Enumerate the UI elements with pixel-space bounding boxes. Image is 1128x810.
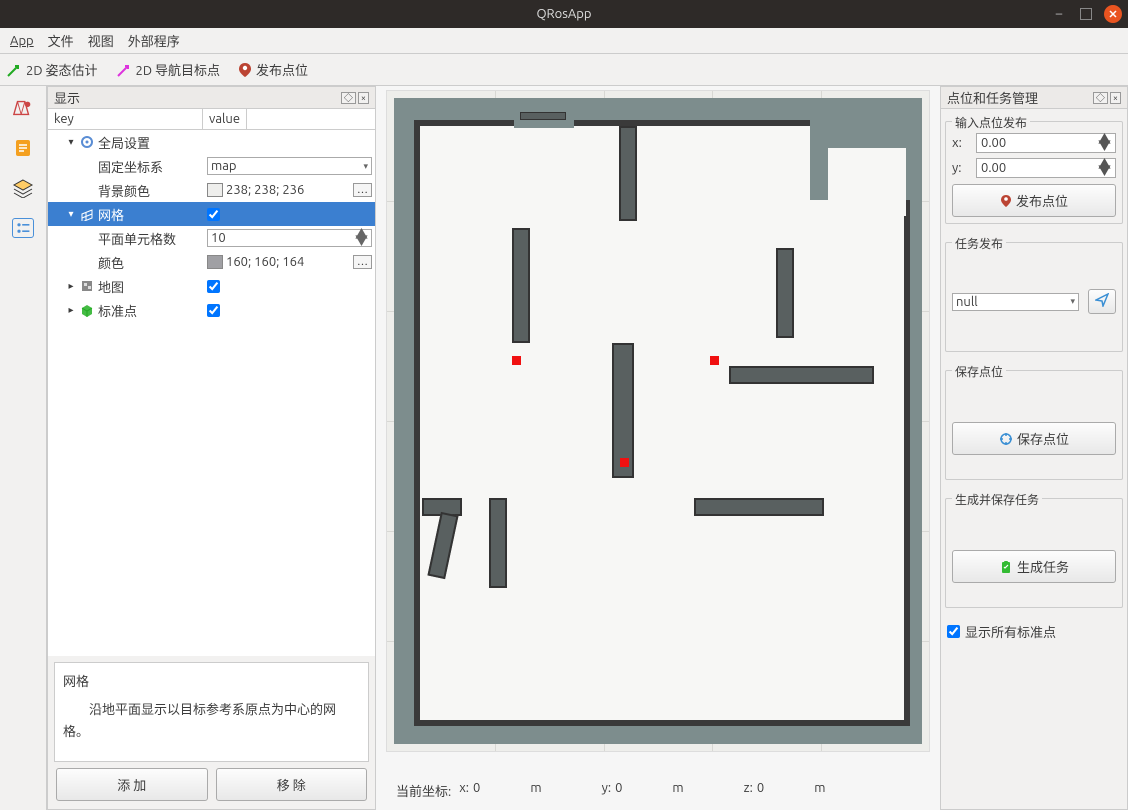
undock-icon[interactable]: ◇ <box>1093 92 1108 104</box>
caret-down-icon[interactable]: ▾ <box>66 208 76 220</box>
group-input-publish: 输入点位发布 <box>952 114 1030 131</box>
generate-task-button[interactable]: 生成任务 <box>952 550 1116 583</box>
col-value[interactable]: value <box>203 109 247 129</box>
show-all-points-check[interactable] <box>947 625 960 638</box>
property-tree[interactable]: ▾ 全局设置 固定坐标系 map▾ 背景颜色 238; 238; 236… ▾ … <box>48 130 375 656</box>
grid-icon <box>80 207 94 221</box>
maximize-icon[interactable] <box>1080 8 1092 20</box>
tree-grid-label: 网格 <box>98 205 124 224</box>
menu-view[interactable]: 视图 <box>88 31 114 50</box>
waypoint-marker[interactable] <box>512 356 521 365</box>
tree-global-label: 全局设置 <box>98 133 150 152</box>
tool-pose-estimate[interactable]: 2D 姿态估计 <box>6 60 98 79</box>
undock-icon[interactable]: ◇ <box>341 92 356 104</box>
cube-icon <box>80 303 94 317</box>
col-key[interactable]: key <box>48 109 203 129</box>
tree-std-label: 标准点 <box>98 301 137 320</box>
waypoint-marker[interactable] <box>620 458 629 467</box>
coord-status: 当前坐标: x:0 m y:0 m z:0 m <box>396 781 920 800</box>
pin-icon <box>238 62 252 78</box>
map-floor <box>394 98 922 744</box>
caret-down-icon[interactable]: ▾ <box>66 136 76 148</box>
map-icon <box>80 279 94 293</box>
input-y[interactable]: 0.00▲▼ <box>976 158 1116 178</box>
menu-file[interactable]: 文件 <box>48 31 74 50</box>
std-check[interactable] <box>207 304 220 317</box>
clipboard-icon <box>999 560 1013 574</box>
bg-picker-button[interactable]: … <box>353 183 372 197</box>
menu-app[interactable]: App <box>10 34 34 48</box>
title-bar: QRosApp – <box>0 0 1128 28</box>
bg-color-swatch[interactable] <box>207 183 223 197</box>
group-task-publish: 任务发布 <box>952 235 1006 252</box>
gridcolor-picker-button[interactable]: … <box>353 255 372 269</box>
tree-gridcolor-label: 颜色 <box>98 253 124 272</box>
tree-cells-label: 平面单元格数 <box>98 229 176 248</box>
target-icon <box>999 432 1013 446</box>
note-icon[interactable] <box>12 138 34 158</box>
tool-nav-goal[interactable]: 2D 导航目标点 <box>116 60 221 79</box>
map-check[interactable] <box>207 280 220 293</box>
pin-icon <box>1000 194 1012 208</box>
tree-frame-label: 固定坐标系 <box>98 157 163 176</box>
tree-header: key value <box>48 109 375 130</box>
add-button[interactable]: 添 加 <box>56 768 208 801</box>
caret-right-icon[interactable]: ▸ <box>66 304 76 316</box>
task-panel: 点位和任务管理 ◇× 输入点位发布 x: 0.00▲▼ y: 0.00▲▼ 发布… <box>940 86 1128 810</box>
arrow-pink-icon <box>116 62 132 78</box>
left-icon-bar <box>0 86 47 810</box>
send-task-button[interactable] <box>1088 289 1116 314</box>
input-x[interactable]: 0.00▲▼ <box>976 133 1116 153</box>
close-panel-icon[interactable]: × <box>358 92 369 104</box>
send-icon <box>1095 293 1109 307</box>
options-icon[interactable] <box>12 218 34 238</box>
tree-bg-label: 背景颜色 <box>98 181 150 200</box>
description-box: 网格 沿地平面显示以目标参考系原点为中心的网格。 <box>54 662 369 762</box>
show-all-points-label: 显示所有标准点 <box>965 622 1056 641</box>
remove-button[interactable]: 移 除 <box>216 768 368 801</box>
tool-bar: 2D 姿态估计 2D 导航目标点 发布点位 <box>0 54 1128 86</box>
frame-combo[interactable]: map▾ <box>207 157 372 175</box>
tool-publish-point[interactable]: 发布点位 <box>238 60 308 79</box>
arrow-green-icon <box>6 62 22 78</box>
cells-spinner[interactable]: 10▲▼ <box>207 229 372 247</box>
task-panel-title: 点位和任务管理 <box>947 88 1038 107</box>
waypoint-marker[interactable] <box>710 356 719 365</box>
group-save-point: 保存点位 <box>952 363 1006 380</box>
layers-icon[interactable] <box>12 178 34 198</box>
group-gen-task: 生成并保存任务 <box>952 491 1042 508</box>
save-point-button[interactable]: 保存点位 <box>952 422 1116 455</box>
gear-icon <box>80 135 94 149</box>
grid-color-swatch[interactable] <box>207 255 223 269</box>
menu-bar: App 文件 视图 外部程序 <box>0 28 1128 54</box>
publish-point-button[interactable]: 发布点位 <box>952 184 1116 217</box>
caret-right-icon[interactable]: ▸ <box>66 280 76 292</box>
map-viewport[interactable]: 当前坐标: x:0 m y:0 m z:0 m <box>376 86 940 810</box>
tree-grid-row[interactable]: ▾ 网格 <box>48 202 375 226</box>
display-panel: 显示 ◇× key value ▾ 全局设置 固定坐标系 map▾ 背景颜色 2… <box>47 86 376 810</box>
display-panel-title: 显示 <box>54 88 80 107</box>
window-title: QRosApp <box>536 7 591 21</box>
close-icon[interactable] <box>1104 5 1122 23</box>
map-pin-icon[interactable] <box>12 98 34 118</box>
minimize-icon[interactable]: – <box>1050 5 1068 23</box>
grid-check[interactable] <box>207 208 220 221</box>
close-panel-icon[interactable]: × <box>1110 92 1121 104</box>
menu-ext[interactable]: 外部程序 <box>128 31 180 50</box>
task-select[interactable]: null▾ <box>952 293 1079 311</box>
tree-map-label: 地图 <box>98 277 124 296</box>
